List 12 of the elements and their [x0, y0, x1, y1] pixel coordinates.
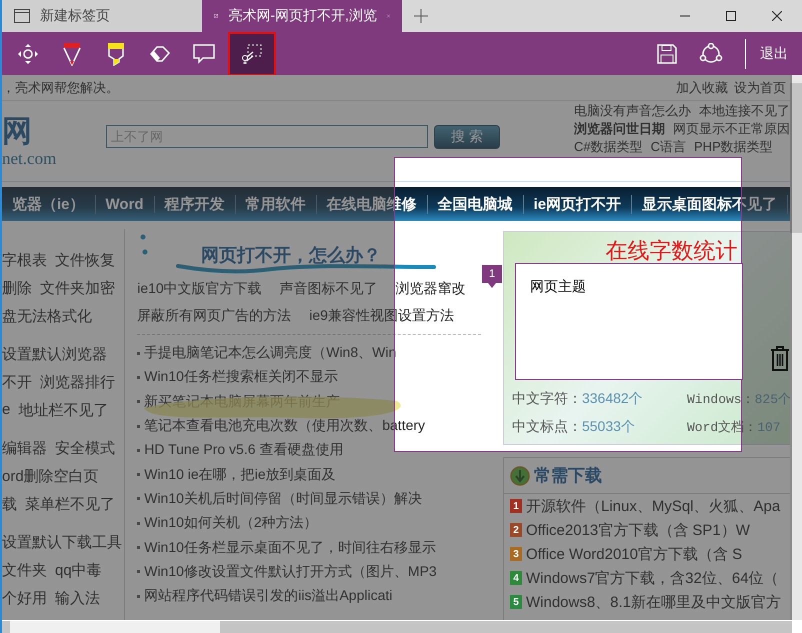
rank-badge: 5: [510, 595, 522, 609]
rank-badge: 4: [510, 571, 522, 585]
counter-stat: 中文标点：55033个: [512, 418, 636, 436]
downloads-heading: 常需下载: [534, 465, 602, 487]
site-domain: net.com: [2, 149, 58, 169]
note-text: 网页主题: [530, 278, 586, 294]
tagline: ，亮术网帮您解决。: [2, 78, 119, 96]
rank-badge: 2: [510, 523, 522, 537]
rank-badge: 1: [510, 499, 522, 513]
counter-title: 在线字数统计: [604, 237, 738, 265]
counter-stat: 中文字符：336482个: [512, 390, 644, 408]
rank-badge: 3: [510, 547, 522, 561]
